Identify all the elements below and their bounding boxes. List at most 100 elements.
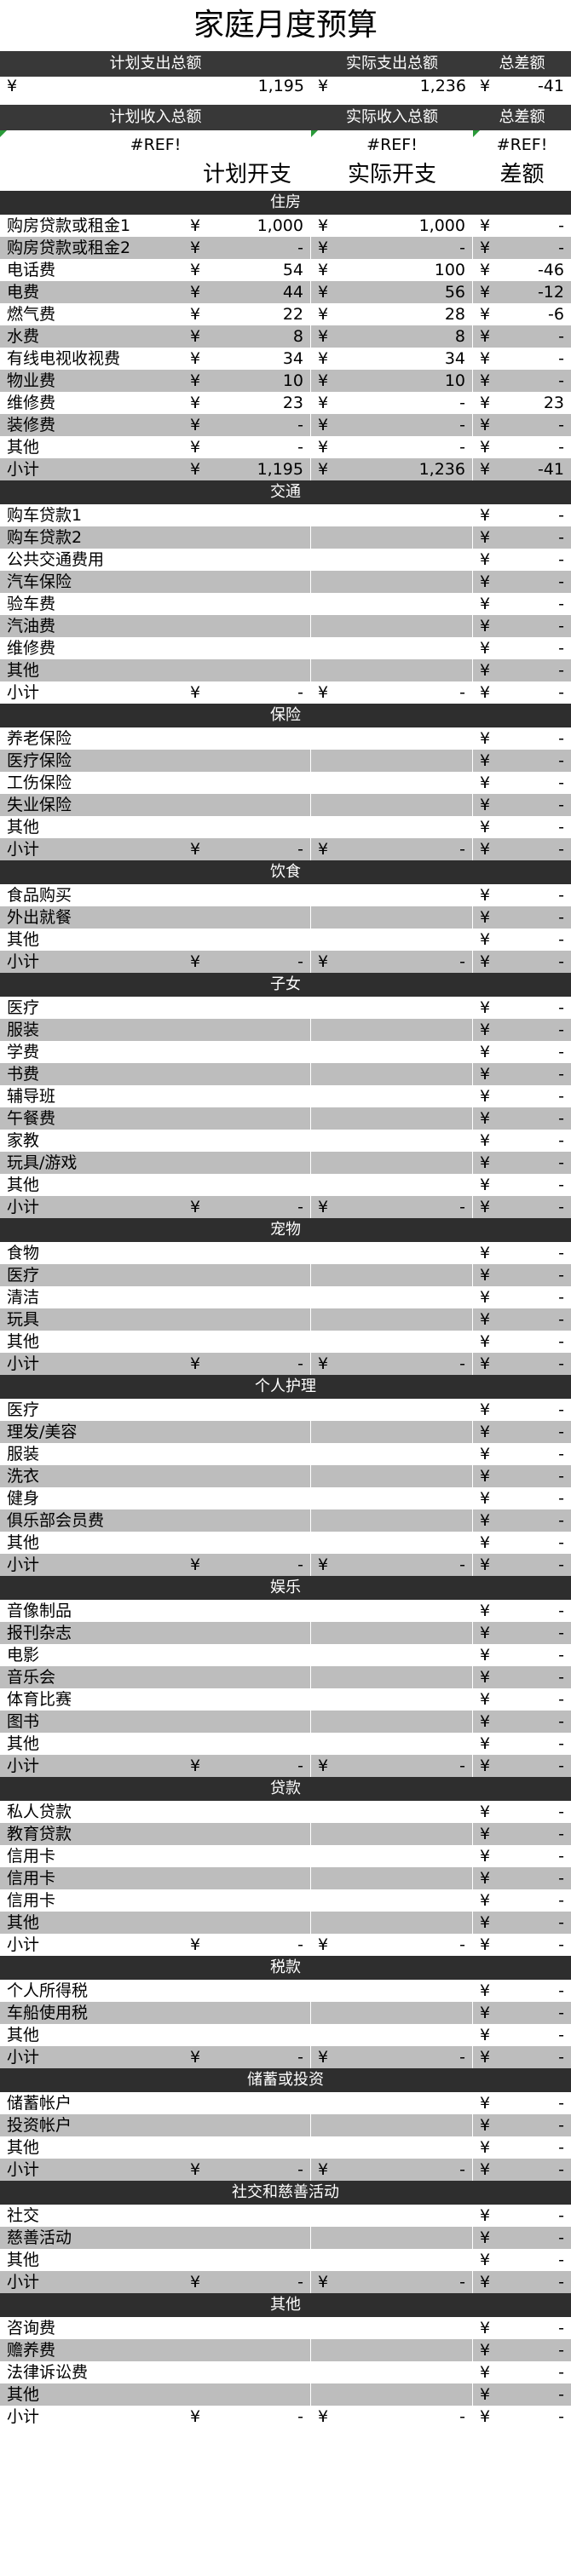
planned-cell[interactable]: ¥ - bbox=[183, 2159, 311, 2181]
row-label[interactable]: 小计 bbox=[0, 1196, 183, 1218]
planned-cell[interactable] bbox=[183, 2136, 311, 2159]
diff-cell[interactable]: ¥ - bbox=[473, 571, 571, 593]
row-label[interactable]: 医疗 bbox=[0, 1264, 183, 1286]
actual-cell[interactable]: ¥ - bbox=[311, 2271, 473, 2293]
row-label[interactable]: 小计 bbox=[0, 1934, 183, 1956]
planned-cell[interactable] bbox=[183, 1980, 311, 2002]
row-label[interactable]: 家教 bbox=[0, 1130, 183, 1152]
row-label[interactable]: 燃气费 bbox=[0, 303, 183, 325]
planned-cell[interactable] bbox=[183, 1107, 311, 1130]
actual-cell[interactable] bbox=[311, 1019, 473, 1041]
diff-cell[interactable]: ¥ - bbox=[473, 1889, 571, 1912]
diff-cell[interactable]: ¥ - bbox=[473, 2046, 571, 2068]
actual-cell[interactable] bbox=[311, 1331, 473, 1353]
planned-cell[interactable] bbox=[183, 1889, 311, 1912]
diff-cell[interactable]: ¥ -46 bbox=[473, 259, 571, 281]
diff-cell[interactable]: ¥ - bbox=[473, 2136, 571, 2159]
planned-cell[interactable] bbox=[183, 2227, 311, 2249]
row-label[interactable]: 小计 bbox=[0, 951, 183, 973]
planned-cell[interactable] bbox=[183, 1532, 311, 1554]
diff-cell[interactable]: ¥ - bbox=[473, 727, 571, 750]
planned-cell[interactable] bbox=[183, 549, 311, 571]
diff-cell[interactable]: ¥ - bbox=[473, 1331, 571, 1353]
diff-cell[interactable]: ¥ - bbox=[473, 951, 571, 973]
diff-cell[interactable]: ¥ - bbox=[473, 884, 571, 906]
diff-cell[interactable]: ¥ - bbox=[473, 2339, 571, 2361]
diff-cell[interactable]: ¥ - bbox=[473, 637, 571, 659]
planned-cell[interactable]: ¥1,000 bbox=[183, 215, 311, 237]
actual-cell[interactable] bbox=[311, 1130, 473, 1152]
actual-expense-total[interactable]: ¥ 1,236 bbox=[311, 77, 473, 105]
planned-cell[interactable]: ¥ - bbox=[183, 2271, 311, 2293]
planned-cell[interactable] bbox=[183, 1130, 311, 1152]
row-label[interactable]: 小计 bbox=[0, 2159, 183, 2181]
actual-income-total[interactable]: #REF! bbox=[311, 130, 473, 158]
row-label[interactable]: 体育比赛 bbox=[0, 1688, 183, 1711]
diff-cell[interactable]: ¥ - bbox=[473, 593, 571, 615]
row-label[interactable]: 其他 bbox=[0, 929, 183, 951]
planned-cell[interactable] bbox=[183, 593, 311, 615]
actual-cell[interactable] bbox=[311, 1152, 473, 1174]
diff-cell[interactable]: ¥ - bbox=[473, 838, 571, 860]
actual-cell[interactable] bbox=[311, 772, 473, 794]
row-label[interactable]: 汽车保险 bbox=[0, 571, 183, 593]
diff-cell[interactable]: ¥ - bbox=[473, 2159, 571, 2181]
row-label[interactable]: 维修费 bbox=[0, 392, 183, 414]
actual-cell[interactable] bbox=[311, 997, 473, 1019]
row-label[interactable]: 其他 bbox=[0, 1912, 183, 1934]
actual-cell[interactable]: ¥ - bbox=[311, 838, 473, 860]
row-label[interactable]: 购房贷款或租金2 bbox=[0, 237, 183, 259]
actual-cell[interactable]: ¥ - bbox=[311, 237, 473, 259]
row-label[interactable]: 健身 bbox=[0, 1487, 183, 1509]
actual-cell[interactable] bbox=[311, 2339, 473, 2361]
diff-cell[interactable]: ¥ - bbox=[473, 2205, 571, 2227]
actual-cell[interactable] bbox=[311, 1644, 473, 1666]
planned-cell[interactable]: ¥ - bbox=[183, 2406, 311, 2428]
row-label[interactable]: 维修费 bbox=[0, 637, 183, 659]
actual-cell[interactable]: ¥ - bbox=[311, 681, 473, 704]
actual-cell[interactable] bbox=[311, 1242, 473, 1264]
planned-cell[interactable] bbox=[183, 750, 311, 772]
planned-cell[interactable] bbox=[183, 727, 311, 750]
diff-cell[interactable]: ¥ - bbox=[473, 1487, 571, 1509]
row-label[interactable]: 小计 bbox=[0, 1755, 183, 1777]
actual-cell[interactable]: ¥ - bbox=[311, 2046, 473, 2068]
diff-cell[interactable]: ¥ - bbox=[473, 2114, 571, 2136]
row-label[interactable]: 公共交通费用 bbox=[0, 549, 183, 571]
actual-cell[interactable] bbox=[311, 504, 473, 526]
planned-cell[interactable] bbox=[183, 1041, 311, 1063]
planned-cell[interactable] bbox=[183, 1622, 311, 1644]
planned-cell[interactable]: ¥44 bbox=[183, 281, 311, 303]
row-label[interactable]: 俱乐部会员费 bbox=[0, 1509, 183, 1532]
diff-cell[interactable]: ¥ - bbox=[473, 1912, 571, 1934]
row-label[interactable]: 咨询费 bbox=[0, 2317, 183, 2339]
diff-cell[interactable]: ¥ - bbox=[473, 325, 571, 348]
actual-cell[interactable] bbox=[311, 1733, 473, 1755]
planned-cell[interactable]: ¥ - bbox=[183, 681, 311, 704]
diff-cell[interactable]: ¥ - bbox=[473, 1980, 571, 2002]
row-label[interactable]: 储蓄帐户 bbox=[0, 2092, 183, 2114]
actual-cell[interactable] bbox=[311, 1688, 473, 1711]
row-label[interactable]: 书费 bbox=[0, 1063, 183, 1085]
actual-cell[interactable] bbox=[311, 794, 473, 816]
planned-cell[interactable] bbox=[183, 884, 311, 906]
diff-cell[interactable]: ¥ - bbox=[473, 772, 571, 794]
actual-cell[interactable] bbox=[311, 1286, 473, 1308]
row-label[interactable]: 其他 bbox=[0, 2024, 183, 2046]
row-label[interactable]: 慈善活动 bbox=[0, 2227, 183, 2249]
diff-cell[interactable]: ¥ - bbox=[473, 1242, 571, 1264]
actual-cell[interactable] bbox=[311, 816, 473, 838]
row-label[interactable]: 小计 bbox=[0, 2406, 183, 2428]
diff-cell[interactable]: ¥ - bbox=[473, 1600, 571, 1622]
row-label[interactable]: 其他 bbox=[0, 816, 183, 838]
actual-cell[interactable] bbox=[311, 1174, 473, 1196]
diff-cell[interactable]: ¥ - bbox=[473, 2271, 571, 2293]
actual-cell[interactable] bbox=[311, 1399, 473, 1421]
actual-cell[interactable] bbox=[311, 2114, 473, 2136]
row-label[interactable]: 电话费 bbox=[0, 259, 183, 281]
actual-cell[interactable] bbox=[311, 2361, 473, 2383]
planned-cell[interactable]: ¥ - bbox=[183, 436, 311, 458]
actual-cell[interactable]: ¥ - bbox=[311, 1934, 473, 1956]
actual-cell[interactable]: ¥1,000 bbox=[311, 215, 473, 237]
planned-cell[interactable] bbox=[183, 1286, 311, 1308]
